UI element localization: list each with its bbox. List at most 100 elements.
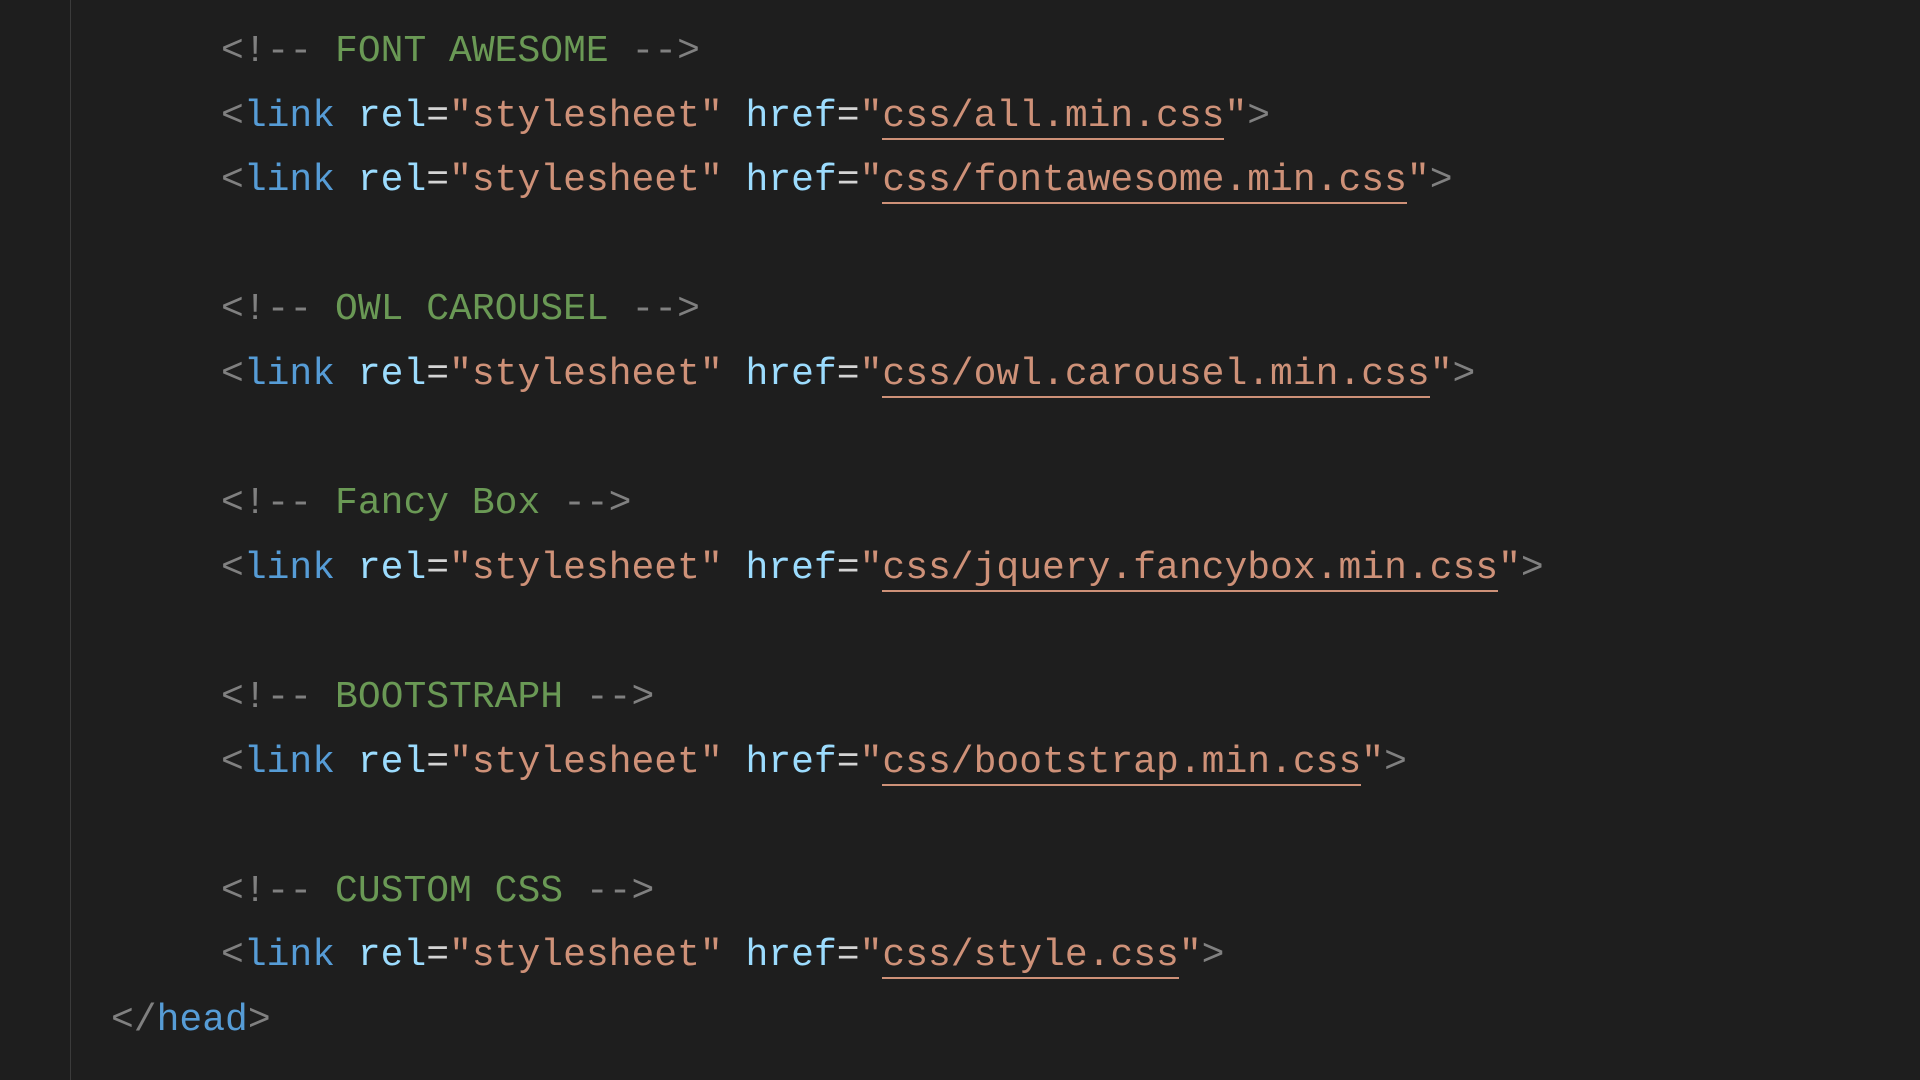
code-line: <link rel="stylesheet" href="css/bootstr… bbox=[71, 731, 1544, 796]
attr-href: href bbox=[746, 934, 837, 977]
equals-token: = bbox=[837, 95, 860, 138]
code-line: <link rel="stylesheet" href="css/fontawe… bbox=[71, 149, 1544, 214]
string-quote: " bbox=[1361, 741, 1384, 784]
comment-open-token: <!-- bbox=[221, 288, 335, 331]
comment-open-token: <!-- bbox=[221, 30, 335, 73]
comment-text: CUSTOM CSS bbox=[335, 870, 563, 913]
comment-text: BOOTSTRAPH bbox=[335, 676, 563, 719]
tag-open-token: < bbox=[221, 741, 244, 784]
string-quote: " bbox=[860, 741, 883, 784]
code-line: <link rel="stylesheet" href="css/all.min… bbox=[71, 85, 1544, 150]
code-line: <link rel="stylesheet" href="css/jquery.… bbox=[71, 537, 1544, 602]
tag-close-token: > bbox=[1247, 95, 1270, 138]
attr-rel-value: "stylesheet" bbox=[449, 741, 723, 784]
attr-rel: rel bbox=[358, 741, 426, 784]
tag-open-token: < bbox=[221, 159, 244, 202]
string-quote: " bbox=[860, 95, 883, 138]
comment-close-token: --> bbox=[609, 30, 700, 73]
string-quote: " bbox=[860, 547, 883, 590]
attr-href: href bbox=[746, 741, 837, 784]
string-quote: " bbox=[1407, 159, 1430, 202]
editor-gutter bbox=[0, 0, 71, 1080]
attr-href-value[interactable]: css/owl.carousel.min.css bbox=[882, 353, 1429, 398]
code-editor[interactable]: <!-- FONT AWESOME --><link rel="styleshe… bbox=[0, 0, 1920, 1080]
attr-rel-value: "stylesheet" bbox=[449, 95, 723, 138]
equals-token: = bbox=[426, 934, 449, 977]
comment-close-token: --> bbox=[609, 288, 700, 331]
blank-line bbox=[71, 795, 1544, 860]
comment-text: OWL CAROUSEL bbox=[335, 288, 609, 331]
comment-close-token: --> bbox=[563, 870, 654, 913]
attr-href: href bbox=[746, 95, 837, 138]
attr-rel-value: "stylesheet" bbox=[449, 934, 723, 977]
equals-token: = bbox=[837, 353, 860, 396]
comment-open-token: <!-- bbox=[221, 482, 335, 525]
attr-href-value[interactable]: css/bootstrap.min.css bbox=[882, 741, 1361, 786]
closing-tag-name: head bbox=[157, 999, 248, 1042]
tag-name: link bbox=[244, 159, 335, 202]
string-quote: " bbox=[1430, 353, 1453, 396]
equals-token: = bbox=[837, 159, 860, 202]
tag-name: link bbox=[244, 95, 335, 138]
string-quote: " bbox=[1179, 934, 1202, 977]
tag-close-token: > bbox=[1202, 934, 1225, 977]
attr-rel: rel bbox=[358, 353, 426, 396]
equals-token: = bbox=[426, 353, 449, 396]
comment-open-token: <!-- bbox=[221, 676, 335, 719]
attr-href-value[interactable]: css/style.css bbox=[882, 934, 1178, 979]
code-line: <!-- OWL CAROUSEL --> bbox=[71, 278, 1544, 343]
equals-token: = bbox=[426, 95, 449, 138]
attr-rel: rel bbox=[358, 95, 426, 138]
tag-close-token: > bbox=[1384, 741, 1407, 784]
code-line: <!-- Fancy Box --> bbox=[71, 472, 1544, 537]
string-quote: " bbox=[1498, 547, 1521, 590]
tag-close-token: > bbox=[1430, 159, 1453, 202]
code-line: <link rel="stylesheet" href="css/owl.car… bbox=[71, 343, 1544, 408]
equals-token: = bbox=[426, 741, 449, 784]
tag-close-token: > bbox=[1521, 547, 1544, 590]
attr-href-value[interactable]: css/fontawesome.min.css bbox=[882, 159, 1407, 204]
tag-close-token: > bbox=[1453, 353, 1476, 396]
attr-rel-value: "stylesheet" bbox=[449, 547, 723, 590]
tag-open-token: < bbox=[221, 353, 244, 396]
attr-rel-value: "stylesheet" bbox=[449, 353, 723, 396]
attr-href: href bbox=[746, 159, 837, 202]
string-quote: " bbox=[860, 934, 883, 977]
attr-href: href bbox=[746, 547, 837, 590]
attr-href-value[interactable]: css/all.min.css bbox=[882, 95, 1224, 140]
attr-rel: rel bbox=[358, 934, 426, 977]
equals-token: = bbox=[837, 934, 860, 977]
tag-open-token: < bbox=[221, 95, 244, 138]
attr-rel-value: "stylesheet" bbox=[449, 159, 723, 202]
code-surface[interactable]: <!-- FONT AWESOME --><link rel="styleshe… bbox=[71, 0, 1544, 1080]
tag-name: link bbox=[244, 353, 335, 396]
tag-name: link bbox=[244, 934, 335, 977]
tag-open-token: < bbox=[221, 934, 244, 977]
equals-token: = bbox=[837, 741, 860, 784]
comment-open-token: <!-- bbox=[221, 870, 335, 913]
attr-rel: rel bbox=[358, 159, 426, 202]
code-line: <!-- CUSTOM CSS --> bbox=[71, 860, 1544, 925]
tag-name: link bbox=[244, 547, 335, 590]
closing-tag-open: </ bbox=[111, 999, 157, 1042]
equals-token: = bbox=[837, 547, 860, 590]
equals-token: = bbox=[426, 547, 449, 590]
comment-close-token: --> bbox=[563, 676, 654, 719]
code-line: <link rel="stylesheet" href="css/style.c… bbox=[71, 924, 1544, 989]
attr-rel: rel bbox=[358, 547, 426, 590]
comment-close-token: --> bbox=[540, 482, 631, 525]
code-line: <!-- BOOTSTRAPH --> bbox=[71, 666, 1544, 731]
attr-href-value[interactable]: css/jquery.fancybox.min.css bbox=[882, 547, 1498, 592]
tag-name: link bbox=[244, 741, 335, 784]
equals-token: = bbox=[426, 159, 449, 202]
code-line: </head> bbox=[71, 989, 1544, 1054]
string-quote: " bbox=[1224, 95, 1247, 138]
closing-tag-close: > bbox=[248, 999, 271, 1042]
blank-line bbox=[71, 408, 1544, 473]
comment-text: FONT AWESOME bbox=[335, 30, 609, 73]
code-line: <!-- FONT AWESOME --> bbox=[71, 20, 1544, 85]
tag-open-token: < bbox=[221, 547, 244, 590]
blank-line bbox=[71, 601, 1544, 666]
blank-line bbox=[71, 214, 1544, 279]
attr-href: href bbox=[746, 353, 837, 396]
